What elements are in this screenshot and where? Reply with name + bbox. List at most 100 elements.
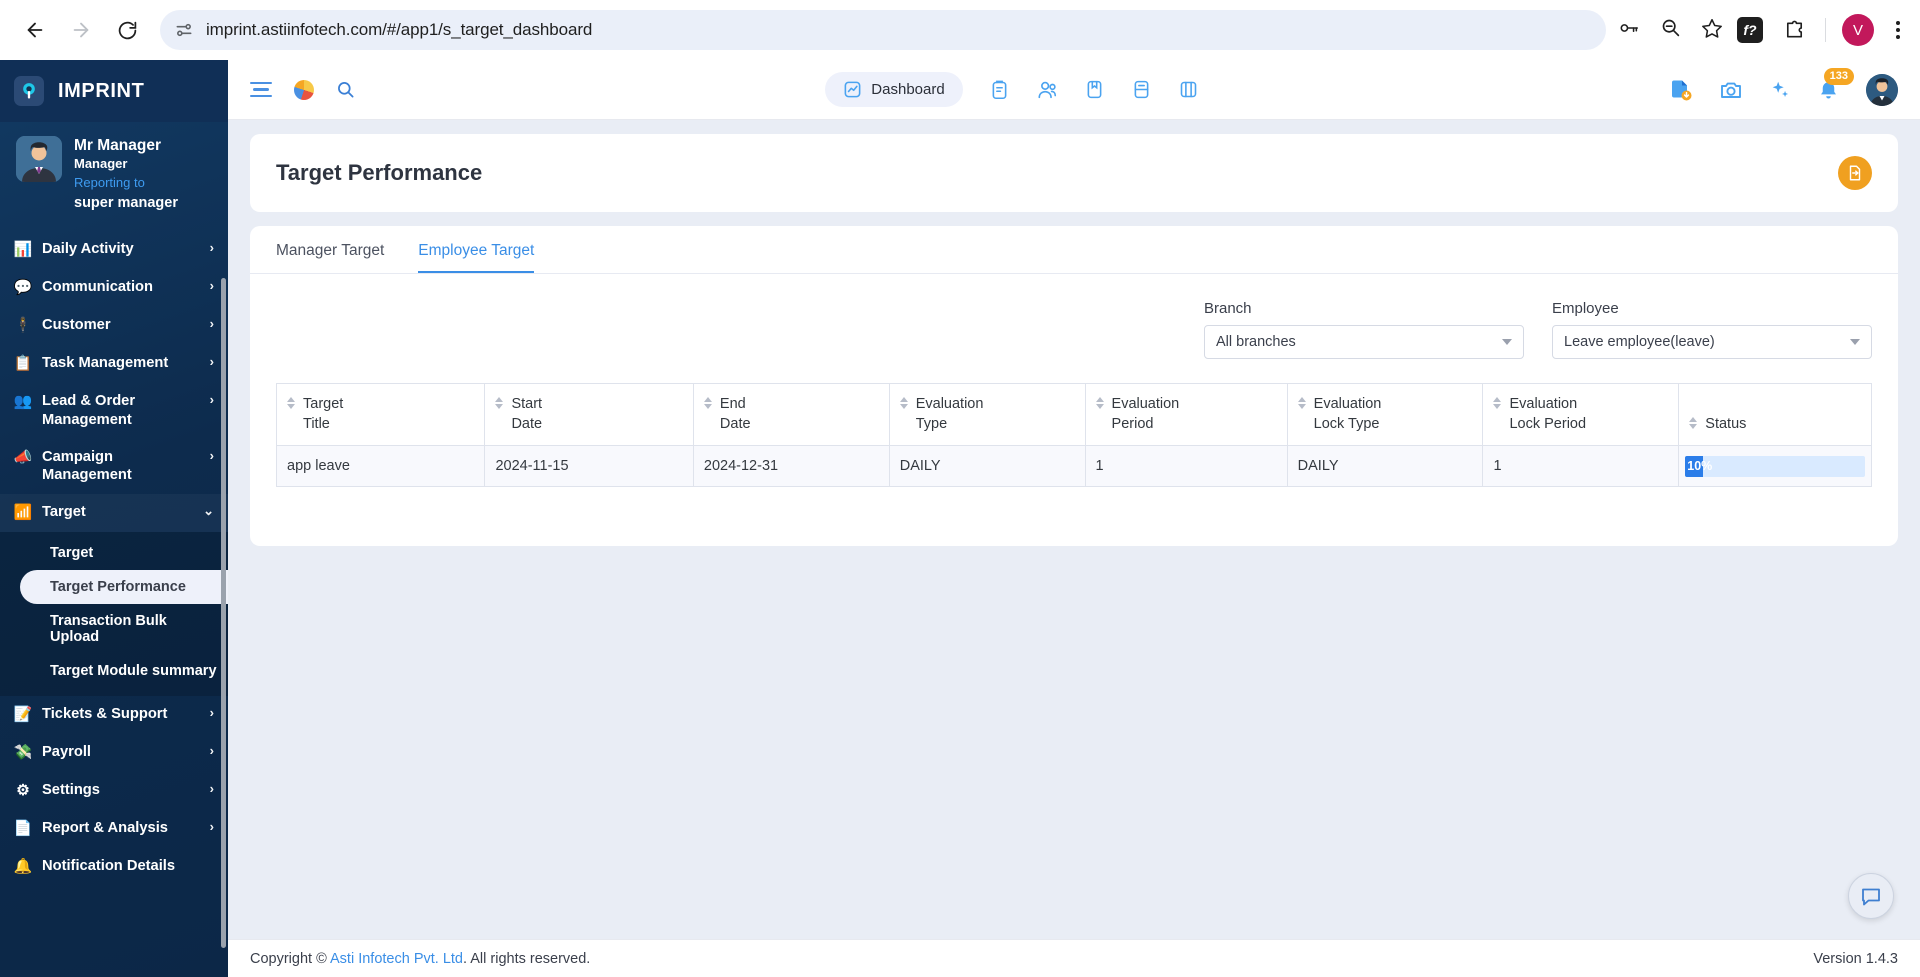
- search-icon[interactable]: [336, 80, 355, 99]
- company-link[interactable]: Asti Infotech Pvt. Ltd: [330, 951, 463, 967]
- zoom-out-icon[interactable]: [1660, 17, 1681, 43]
- header-line2: Period: [1111, 415, 1154, 432]
- book-icon[interactable]: [1084, 79, 1105, 100]
- branch-select[interactable]: All branches: [1204, 325, 1524, 359]
- chevron-down-icon: ⌄: [203, 503, 214, 519]
- camera-icon[interactable]: [1719, 78, 1743, 102]
- column-header-evaluation-lock-type[interactable]: Evaluation Lock Type: [1286, 382, 1484, 447]
- employee-select[interactable]: Leave employee(leave): [1552, 325, 1872, 359]
- bell-icon: 🔔: [13, 858, 33, 876]
- notifications-button[interactable]: 133: [1817, 68, 1854, 101]
- chevron-right-icon: ›: [209, 391, 214, 407]
- sidebar-item-target[interactable]: 📶 Target ⌄: [0, 494, 228, 533]
- browser-profile-avatar[interactable]: V: [1842, 14, 1874, 46]
- forward-button[interactable]: [60, 9, 102, 51]
- sidebar-item-communication[interactable]: 💬 Communication ›: [0, 269, 228, 307]
- sort-icon: [703, 397, 713, 434]
- header-line2: Date: [511, 415, 543, 432]
- fx-extension-icon[interactable]: f?: [1737, 17, 1763, 43]
- sidebar-item-customer[interactable]: 🕴 Customer ›: [0, 307, 228, 345]
- back-button[interactable]: [14, 9, 56, 51]
- sidebar-item-target-performance[interactable]: Target Performance: [20, 570, 228, 605]
- module-icon[interactable]: [1178, 79, 1199, 100]
- chevron-right-icon: ›: [209, 277, 214, 293]
- sparkle-icon[interactable]: [1769, 79, 1791, 101]
- sort-icon: [899, 397, 909, 434]
- inbox-icon[interactable]: [1131, 79, 1152, 100]
- branch-filter: Branch All branches: [1204, 300, 1524, 359]
- page-title: Target Performance: [276, 160, 483, 185]
- column-header-evaluation-lock-period[interactable]: Evaluation Lock Period: [1482, 382, 1680, 447]
- sidebar-item-notification-details[interactable]: 🔔 Notification Details: [0, 848, 228, 886]
- column-header-end-date[interactable]: End Date: [692, 382, 890, 447]
- chevron-down-icon: [1502, 339, 1512, 345]
- sidebar-item-payroll[interactable]: 💸 Payroll ›: [0, 734, 228, 772]
- password-key-icon[interactable]: [1618, 17, 1640, 44]
- export-file-icon[interactable]: [1838, 156, 1872, 190]
- copyright-suffix: . All rights reserved.: [463, 950, 591, 967]
- app-header: Dashboard 133: [228, 60, 1920, 120]
- user-role: Manager: [74, 156, 128, 172]
- extensions-puzzle-icon[interactable]: [1779, 15, 1809, 45]
- sidebar-subnav-target: Target Target Performance Transaction Bu…: [0, 532, 228, 697]
- browser-toolbar: imprint.astiinfotech.com/#/app1/s_target…: [0, 0, 1920, 60]
- sidebar-item-transaction-bulk-upload[interactable]: Transaction Bulk Upload: [20, 604, 228, 654]
- sidebar-item-target-child[interactable]: Target: [20, 536, 228, 570]
- column-header-evaluation-period[interactable]: Evaluation Period: [1084, 382, 1288, 447]
- brand[interactable]: IMPRINT: [0, 60, 228, 122]
- team-icon[interactable]: [1036, 79, 1058, 101]
- table-row[interactable]: app leave 2024-11-15 2024-12-31 DAILY 1 …: [275, 445, 1872, 488]
- chrome-menu-icon[interactable]: [1890, 15, 1906, 45]
- header-line2: Date: [719, 415, 751, 432]
- column-header-evaluation-type[interactable]: Evaluation Type: [888, 382, 1086, 447]
- column-header-target-title[interactable]: Target Title: [275, 382, 486, 447]
- sidebar-item-daily-activity[interactable]: 📊 Daily Activity ›: [0, 231, 228, 269]
- user-name: Mr Manager: [74, 137, 161, 154]
- sidebar-item-target-module-summary[interactable]: Target Module summary: [20, 654, 228, 688]
- user-avatar: [16, 136, 62, 182]
- chat-bubble-icon[interactable]: [1848, 873, 1894, 919]
- hamburger-icon[interactable]: [250, 81, 272, 98]
- chevron-right-icon: ›: [209, 239, 214, 255]
- sidebar-item-label: Daily Activity: [42, 240, 134, 257]
- notification-badge: 133: [1823, 68, 1854, 85]
- bar-chart-icon: 📶: [13, 504, 33, 522]
- sidebar-item-label: Task Management: [42, 354, 169, 371]
- reporting-to-name: super manager: [74, 195, 178, 212]
- pie-chart-icon[interactable]: [294, 79, 314, 100]
- sidebar-item-lead-order-management[interactable]: 👥 Lead & Order Management ›: [0, 383, 228, 439]
- address-bar[interactable]: imprint.astiinfotech.com/#/app1/s_target…: [160, 10, 1606, 50]
- chevron-right-icon: ›: [209, 781, 214, 797]
- cell-start-date: 2024-11-15: [484, 445, 694, 488]
- sidebar-item-task-management[interactable]: 📋 Task Management ›: [0, 345, 228, 383]
- sidebar-item-settings[interactable]: ⚙ Settings ›: [0, 772, 228, 810]
- site-settings-icon[interactable]: [174, 20, 194, 40]
- header-line2: Title: [303, 415, 330, 432]
- column-header-start-date[interactable]: Start Date: [484, 382, 694, 447]
- header-line2: Lock Period: [1509, 415, 1587, 432]
- sidebar-item-report-analysis[interactable]: 📄 Report & Analysis ›: [0, 810, 228, 848]
- bookmark-star-icon[interactable]: [1701, 17, 1723, 44]
- dashboard-label: Dashboard: [871, 81, 945, 98]
- branch-label: Branch: [1204, 300, 1252, 317]
- sort-icon: [1297, 397, 1307, 434]
- header-user-avatar[interactable]: [1866, 73, 1898, 106]
- user-profile-card[interactable]: Mr Manager Manager Reporting to super ma…: [0, 122, 228, 231]
- toolbar-divider: [1825, 18, 1826, 42]
- tab-employee-target[interactable]: Employee Target: [418, 242, 535, 273]
- column-header-status[interactable]: Status: [1678, 382, 1872, 447]
- file-download-icon[interactable]: [1669, 78, 1693, 102]
- reporting-label: Reporting to: [74, 175, 145, 191]
- content-area: Target Performance Manager Target Employ…: [228, 120, 1920, 939]
- sidebar-scrollbar[interactable]: [221, 278, 226, 948]
- chevron-right-icon: ›: [209, 819, 214, 835]
- sidebar-item-campaign-management[interactable]: 📣 Campaign Management ›: [0, 439, 228, 495]
- sidebar-item-label: Notification Details: [42, 858, 176, 875]
- tab-dashboard[interactable]: Dashboard: [825, 72, 963, 107]
- cell-evaluation-lock-type: DAILY: [1286, 445, 1484, 488]
- sidebar-item-tickets-support[interactable]: 📝 Tickets & Support ›: [0, 696, 228, 734]
- clipboard-icon[interactable]: [989, 79, 1010, 100]
- reload-button[interactable]: [106, 9, 148, 51]
- status-progress-label: 10%: [1687, 459, 1713, 474]
- tab-manager-target[interactable]: Manager Target: [276, 242, 384, 273]
